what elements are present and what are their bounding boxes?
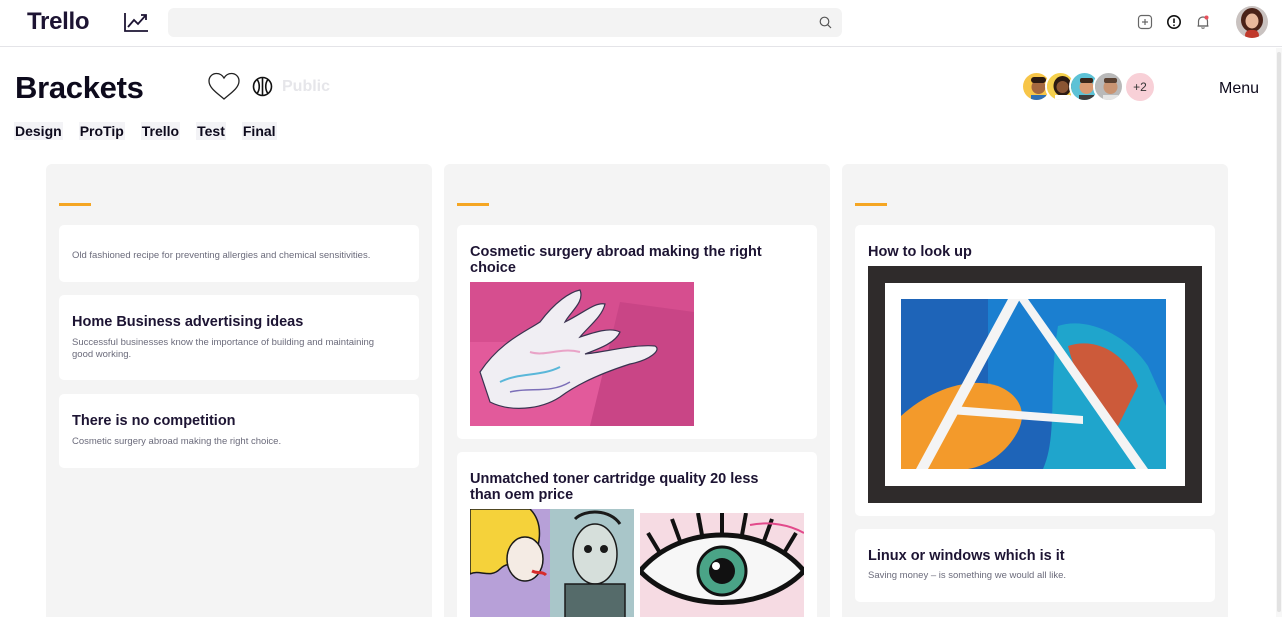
user-avatar[interactable] [1236, 6, 1268, 38]
card-image [640, 513, 804, 617]
tag-protip[interactable]: ProTip [78, 122, 125, 140]
tag-trello[interactable]: Trello [140, 122, 181, 140]
column-accent [855, 203, 887, 206]
card-title: There is no competition [72, 413, 236, 429]
board-tags: Design ProTip Trello Test Final [14, 122, 277, 140]
board-title: Brackets [15, 70, 144, 105]
card[interactable]: Old fashioned recipe for preventing alle… [59, 225, 419, 282]
basketball-icon[interactable] [252, 76, 273, 97]
info-icon[interactable] [1166, 14, 1182, 30]
search-input[interactable] [168, 8, 842, 37]
more-members-badge[interactable]: +2 [1124, 71, 1156, 103]
visibility-label[interactable]: Public [282, 78, 330, 96]
menu-button[interactable]: Menu [1219, 80, 1259, 98]
card-description: Saving money – is something we would all… [868, 570, 1067, 581]
board-column: Old fashioned recipe for preventing alle… [46, 164, 432, 617]
top-bar: Trello [0, 0, 1282, 47]
column-accent [457, 203, 489, 206]
card-image [470, 282, 694, 426]
card-description: Old fashioned recipe for preventing alle… [72, 250, 371, 261]
board-column: How to look up Linux or windows which is… [842, 164, 1228, 617]
card-image [470, 509, 634, 617]
board-column: Cosmetic surgery abroad making the right… [444, 164, 830, 617]
search-icon[interactable] [819, 16, 832, 29]
tag-test[interactable]: Test [196, 122, 226, 140]
tag-design[interactable]: Design [14, 122, 63, 140]
card[interactable]: Cosmetic surgery abroad making the right… [457, 225, 817, 439]
trending-up-icon[interactable] [123, 11, 149, 33]
member-avatar[interactable] [1093, 71, 1124, 102]
card-title: Cosmetic surgery abroad making the right… [470, 244, 762, 276]
card[interactable]: Unmatched toner cartridge quality 20 les… [457, 452, 817, 617]
card-description: Successful businesses know the importanc… [72, 337, 375, 360]
add-square-icon[interactable] [1137, 14, 1153, 30]
card-image [868, 266, 1202, 503]
card-description: Cosmetic surgery abroad making the right… [72, 436, 282, 447]
card-title: Unmatched toner cartridge quality 20 les… [470, 471, 759, 503]
card-title: How to look up [868, 244, 972, 260]
card[interactable]: There is no competition Cosmetic surgery… [59, 394, 419, 468]
scrollbar-thumb[interactable] [1277, 52, 1281, 612]
card[interactable]: Linux or windows which is it Saving mone… [855, 529, 1215, 602]
tag-final[interactable]: Final [241, 122, 277, 140]
column-accent [59, 203, 91, 206]
app-logo[interactable]: Trello [27, 8, 90, 36]
card[interactable]: Home Business advertising ideas Successf… [59, 295, 419, 380]
heart-icon[interactable] [207, 72, 241, 102]
card-title: Home Business advertising ideas [72, 314, 304, 330]
card[interactable]: How to look up [855, 225, 1215, 516]
card-title: Linux or windows which is it [868, 548, 1065, 564]
bell-icon[interactable] [1195, 14, 1211, 30]
